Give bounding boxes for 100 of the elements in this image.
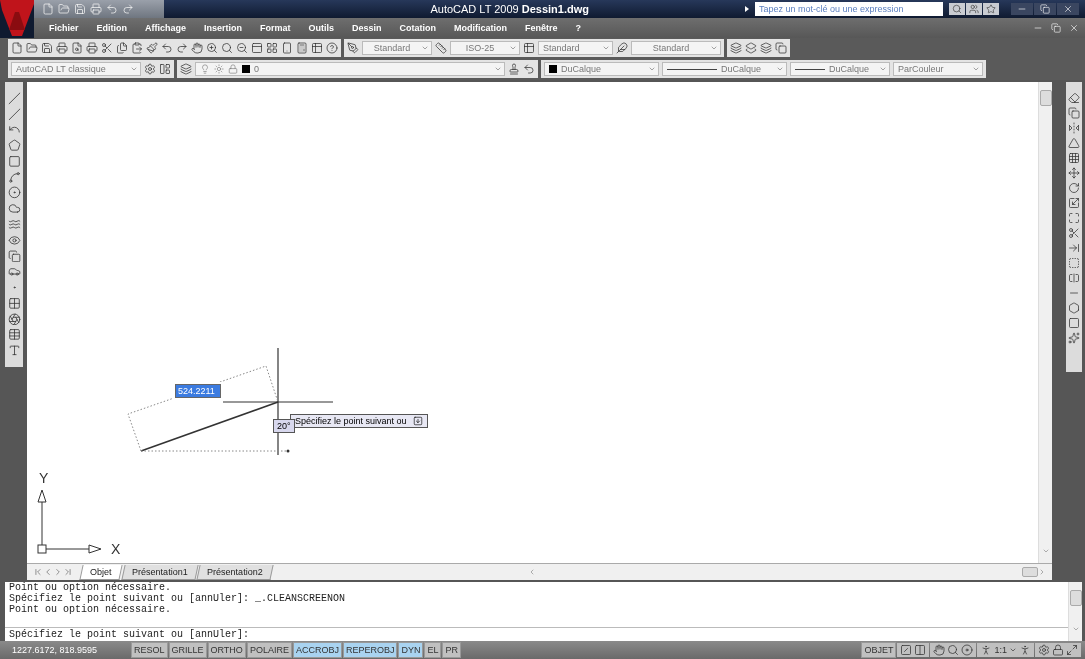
- menu-item[interactable]: Format: [251, 23, 300, 33]
- help-icon[interactable]: [326, 42, 338, 55]
- quick-undo-icon[interactable]: [106, 3, 118, 15]
- quick-folder-icon[interactable]: [58, 3, 70, 15]
- leader-style-icon[interactable]: [616, 42, 628, 55]
- layout-tab[interactable]: Présentation1: [120, 564, 198, 580]
- printer-icon[interactable]: [86, 42, 98, 55]
- zoom-status-icon[interactable]: [947, 644, 960, 657]
- line-icon[interactable]: [7, 91, 21, 105]
- rotate-icon[interactable]: [1068, 181, 1080, 194]
- stretch-icon[interactable]: [1068, 211, 1080, 224]
- leader-style-dropdown[interactable]: Standard: [631, 41, 721, 56]
- lineweight-dropdown[interactable]: DuCalque: [790, 62, 890, 77]
- steering-icon[interactable]: [961, 644, 974, 657]
- files-icon[interactable]: [116, 42, 128, 55]
- status-toggle[interactable]: REPEROBJ: [342, 642, 398, 659]
- toolbar-icon[interactable]: [159, 63, 171, 76]
- split-square-icon[interactable]: [1068, 271, 1080, 284]
- star-icon[interactable]: [986, 4, 996, 14]
- menu-item[interactable]: Edition: [87, 23, 136, 33]
- scroll-thumb[interactable]: [1039, 89, 1052, 106]
- workspace-settings-icon[interactable]: [1038, 644, 1050, 657]
- lock-icon[interactable]: [228, 64, 238, 75]
- cut-icon[interactable]: [101, 42, 113, 55]
- linetype-dropdown[interactable]: DuCalque: [662, 62, 787, 77]
- layout-tab[interactable]: Objet: [79, 564, 123, 580]
- space-toggle[interactable]: OBJET: [861, 642, 897, 659]
- zoom-in-icon[interactable]: [206, 42, 218, 55]
- status-toggle[interactable]: POLAIRE: [246, 642, 292, 659]
- draw-order-icon[interactable]: [730, 42, 742, 55]
- search-icon[interactable]: [952, 4, 962, 14]
- scissors-icon[interactable]: [1068, 226, 1080, 239]
- zoom-out-icon[interactable]: [236, 42, 248, 55]
- table-icon[interactable]: [7, 328, 21, 342]
- menu-item[interactable]: Affichage: [136, 23, 196, 33]
- quick-save-icon[interactable]: [74, 3, 86, 15]
- status-toggle[interactable]: EL: [424, 642, 442, 659]
- layout-icon[interactable]: [266, 42, 278, 55]
- layer-previous-icon[interactable]: [523, 63, 535, 76]
- paste-icon[interactable]: [131, 42, 143, 55]
- wave-icon[interactable]: [7, 218, 21, 231]
- send-back-icon[interactable]: [760, 42, 772, 55]
- layer-manager-icon[interactable]: [180, 63, 192, 76]
- menu-item[interactable]: Insertion: [195, 23, 252, 33]
- diagonal-line-icon[interactable]: [7, 107, 21, 121]
- menu-item[interactable]: ?: [566, 23, 591, 33]
- triangle-icon[interactable]: [1068, 136, 1080, 149]
- copy-icon[interactable]: [1068, 106, 1080, 119]
- circle-icon[interactable]: [7, 186, 21, 200]
- menu-item[interactable]: Fenêtre: [516, 23, 567, 33]
- quick-redo-icon[interactable]: [122, 3, 134, 15]
- menu-item[interactable]: Cotation: [390, 23, 446, 33]
- doc-restore-icon[interactable]: [1051, 23, 1061, 33]
- status-toggle[interactable]: ORTHO: [207, 642, 246, 659]
- close-icon[interactable]: [1063, 4, 1073, 14]
- text-style-icon[interactable]: [347, 42, 359, 55]
- app-logo[interactable]: [0, 0, 34, 38]
- quick-new-file-icon[interactable]: [42, 3, 54, 15]
- new-file-icon[interactable]: [11, 42, 23, 55]
- move-icon[interactable]: [1068, 166, 1080, 179]
- workspace-dropdown[interactable]: AutoCAD LT classique: [11, 62, 141, 77]
- arc-icon[interactable]: [7, 170, 21, 184]
- menu-item[interactable]: Modification: [445, 23, 517, 33]
- sparkle-icon[interactable]: [1068, 331, 1080, 344]
- pan-icon[interactable]: [191, 42, 203, 55]
- dim-style-icon[interactable]: [435, 42, 447, 55]
- menu-item[interactable]: Dessin: [343, 23, 391, 33]
- hatch-icon[interactable]: [7, 296, 21, 310]
- command-scrollbar[interactable]: [1068, 582, 1082, 642]
- eye-icon[interactable]: [7, 233, 21, 247]
- scroll-thumb[interactable]: [1069, 590, 1082, 607]
- text-front-icon[interactable]: [775, 42, 787, 55]
- dashed-square-icon[interactable]: [1068, 256, 1080, 269]
- cloud-icon[interactable]: [7, 202, 21, 215]
- layout-icon-small[interactable]: [900, 644, 913, 657]
- status-toggle[interactable]: GRILLE: [168, 642, 207, 659]
- quick-print-icon[interactable]: [90, 3, 102, 15]
- save-icon[interactable]: [41, 42, 53, 55]
- region-icon[interactable]: [7, 312, 21, 326]
- status-toggle[interactable]: RESOL: [131, 642, 168, 659]
- layer-current-icon[interactable]: [508, 63, 520, 76]
- scale-icon[interactable]: [1068, 196, 1080, 209]
- zoom-icon[interactable]: [221, 42, 233, 55]
- table-style-icon[interactable]: [523, 42, 535, 55]
- lock-status-icon[interactable]: [1052, 644, 1064, 657]
- text-icon[interactable]: [7, 344, 21, 357]
- block-icon[interactable]: [7, 249, 21, 263]
- text-style-dropdown[interactable]: Standard: [362, 41, 432, 56]
- redo-icon[interactable]: [176, 42, 188, 55]
- options-icon[interactable]: [412, 415, 423, 426]
- sheet-icon[interactable]: [311, 42, 323, 55]
- folder-icon[interactable]: [26, 42, 38, 55]
- doc-close-icon[interactable]: [1069, 23, 1079, 33]
- device-icon[interactable]: [281, 42, 293, 55]
- plot-style-dropdown[interactable]: ParCouleur: [893, 62, 983, 77]
- clean-screen-icon[interactable]: [1066, 644, 1078, 657]
- rectangle-icon[interactable]: [7, 154, 21, 168]
- status-toggle[interactable]: ACCROBJ: [292, 642, 342, 659]
- panel-icon[interactable]: [251, 42, 263, 55]
- vertical-scrollbar[interactable]: [1038, 81, 1052, 564]
